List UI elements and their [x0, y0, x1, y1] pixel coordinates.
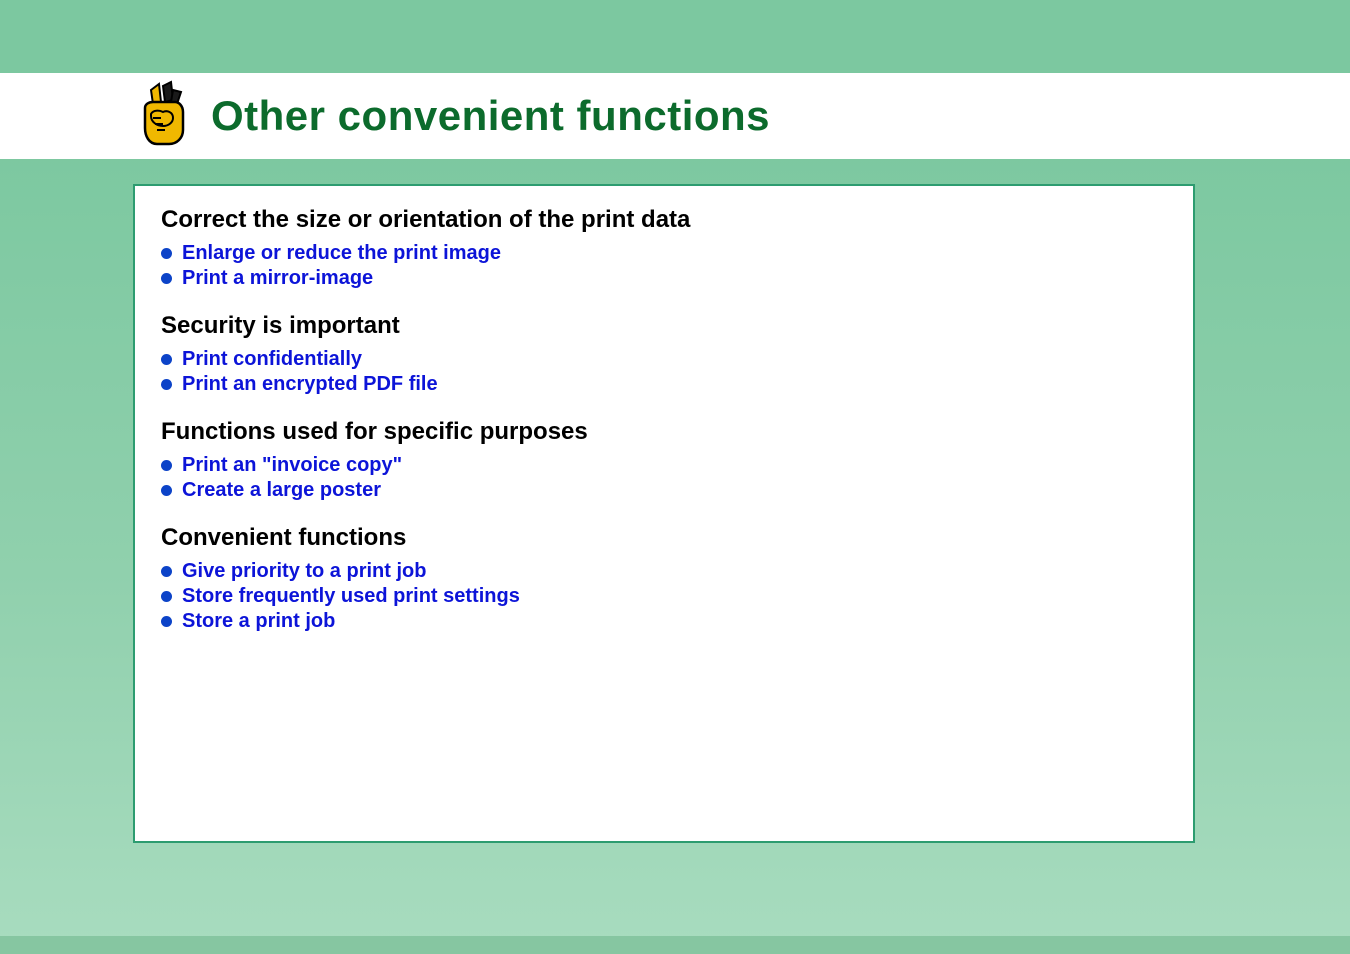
link-item: Print a mirror-image	[161, 267, 1167, 290]
link-item: Store a print job	[161, 610, 1167, 633]
link-store-print-job[interactable]: Store a print job	[182, 610, 335, 633]
section-heading: Convenient functions	[161, 524, 1167, 552]
bottom-strip	[0, 936, 1350, 954]
section-security: Security is important Print confidential…	[161, 312, 1167, 396]
link-encrypted-pdf[interactable]: Print an encrypted PDF file	[182, 373, 438, 396]
link-item: Enlarge or reduce the print image	[161, 242, 1167, 265]
section-size-orientation: Correct the size or orientation of the p…	[161, 206, 1167, 290]
link-item: Store frequently used print settings	[161, 585, 1167, 608]
section-heading: Security is important	[161, 312, 1167, 340]
content-box: Correct the size or orientation of the p…	[133, 184, 1195, 843]
page-title: Other convenient functions	[211, 92, 770, 140]
bullet-icon	[161, 379, 172, 390]
link-store-settings[interactable]: Store frequently used print settings	[182, 585, 520, 608]
link-item: Print an "invoice copy"	[161, 454, 1167, 477]
section-specific-purposes: Functions used for specific purposes Pri…	[161, 418, 1167, 502]
section-heading: Functions used for specific purposes	[161, 418, 1167, 446]
bullet-icon	[161, 460, 172, 471]
bullet-icon	[161, 566, 172, 577]
title-bar: Other convenient functions	[0, 73, 1350, 159]
link-item: Print an encrypted PDF file	[161, 373, 1167, 396]
link-invoice-copy[interactable]: Print an "invoice copy"	[182, 454, 402, 477]
link-large-poster[interactable]: Create a large poster	[182, 479, 381, 502]
link-print-confidentially[interactable]: Print confidentially	[182, 348, 362, 371]
victory-hand-icon	[133, 80, 193, 152]
section-convenient-functions: Convenient functions Give priority to a …	[161, 524, 1167, 633]
bullet-icon	[161, 616, 172, 627]
link-item: Create a large poster	[161, 479, 1167, 502]
bullet-icon	[161, 248, 172, 259]
bullet-icon	[161, 273, 172, 284]
link-item: Give priority to a print job	[161, 560, 1167, 583]
bullet-icon	[161, 354, 172, 365]
link-mirror-image[interactable]: Print a mirror-image	[182, 267, 373, 290]
link-enlarge-reduce[interactable]: Enlarge or reduce the print image	[182, 242, 501, 265]
section-heading: Correct the size or orientation of the p…	[161, 206, 1167, 234]
bullet-icon	[161, 591, 172, 602]
bullet-icon	[161, 485, 172, 496]
link-item: Print confidentially	[161, 348, 1167, 371]
link-priority-print-job[interactable]: Give priority to a print job	[182, 560, 426, 583]
